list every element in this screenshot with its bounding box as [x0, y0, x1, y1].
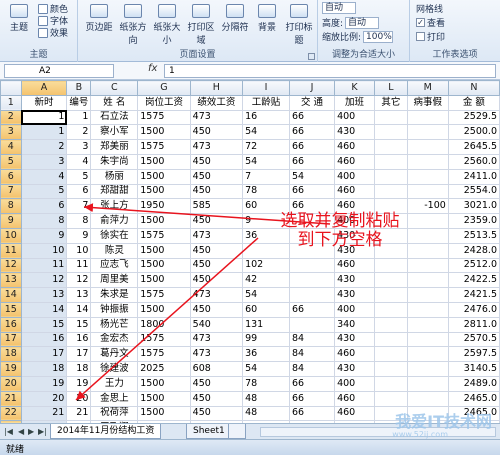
annotation-text: 选取并复制粘贴 到下方空格 [280, 211, 400, 250]
next-sheet-icon[interactable]: ▶ [28, 427, 34, 436]
sheet-tab[interactable]: Sheet1 [186, 424, 232, 439]
status-bar: 就绪 [0, 439, 500, 455]
new-sheet-icon[interactable] [228, 424, 246, 439]
first-sheet-icon[interactable]: |◀ [4, 427, 13, 436]
watermark-url: www.52ij.com [392, 430, 448, 439]
sheet-tab[interactable]: 2014年11月份结构工资 [50, 424, 162, 439]
last-sheet-icon[interactable]: ▶| [38, 427, 47, 436]
status-text: 就绪 [6, 445, 25, 455]
arrow-to-target [75, 237, 259, 401]
watermark: 我爱IT技术网 [395, 412, 492, 431]
prev-sheet-icon[interactable]: ◀ [18, 427, 24, 436]
